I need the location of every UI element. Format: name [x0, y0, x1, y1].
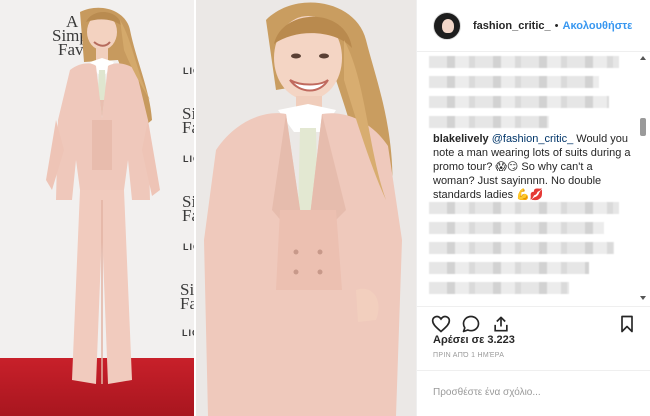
- likes-count[interactable]: Αρέσει σε 3.223: [433, 334, 515, 346]
- person-full-figure: [46, 7, 160, 384]
- person-closeup: [196, 0, 416, 416]
- comment-icon[interactable]: [461, 314, 481, 334]
- avatar[interactable]: [433, 11, 461, 40]
- blurred-comment: [429, 56, 619, 136]
- comment-form: [417, 370, 650, 416]
- post-timestamp[interactable]: ΠΡΙΝ ΑΠΌ 1 ΗΜΈΡΑ: [433, 352, 504, 359]
- comment-item: blakelively @fashion_critic_ Would you n…: [433, 132, 633, 202]
- bookmark-icon[interactable]: [617, 314, 637, 334]
- share-icon[interactable]: [491, 314, 511, 334]
- scroll-down-arrow[interactable]: [640, 296, 646, 300]
- post-header: fashion_critic_ • Ακολουθήστε: [417, 0, 650, 52]
- post-sidebar: fashion_critic_ • Ακολουθήστε blakelivel…: [416, 0, 650, 416]
- post-photo[interactable]: A Simple Favor LIG Simpl Fav LIG Simple …: [0, 0, 416, 416]
- comment-mention[interactable]: @fashion_critic_: [492, 133, 573, 145]
- comment-emoji: 😱😏: [495, 160, 519, 173]
- comment-input[interactable]: [433, 381, 633, 403]
- scroll-up-arrow[interactable]: [640, 56, 646, 60]
- username-link[interactable]: fashion_critic_: [473, 20, 551, 32]
- comment-emoji: 💪💋: [516, 188, 544, 201]
- blurred-comment: [429, 202, 619, 302]
- photo-right-panel: [196, 0, 416, 416]
- comment-author[interactable]: blakelively: [433, 133, 489, 145]
- heart-icon[interactable]: [431, 314, 451, 334]
- separator-dot: •: [554, 19, 559, 32]
- scrollbar-thumb[interactable]: [640, 118, 646, 136]
- photo-left-panel: A Simple Favor LIG Simpl Fav LIG Simple …: [0, 0, 196, 416]
- follow-button[interactable]: Ακολουθήστε: [563, 20, 633, 32]
